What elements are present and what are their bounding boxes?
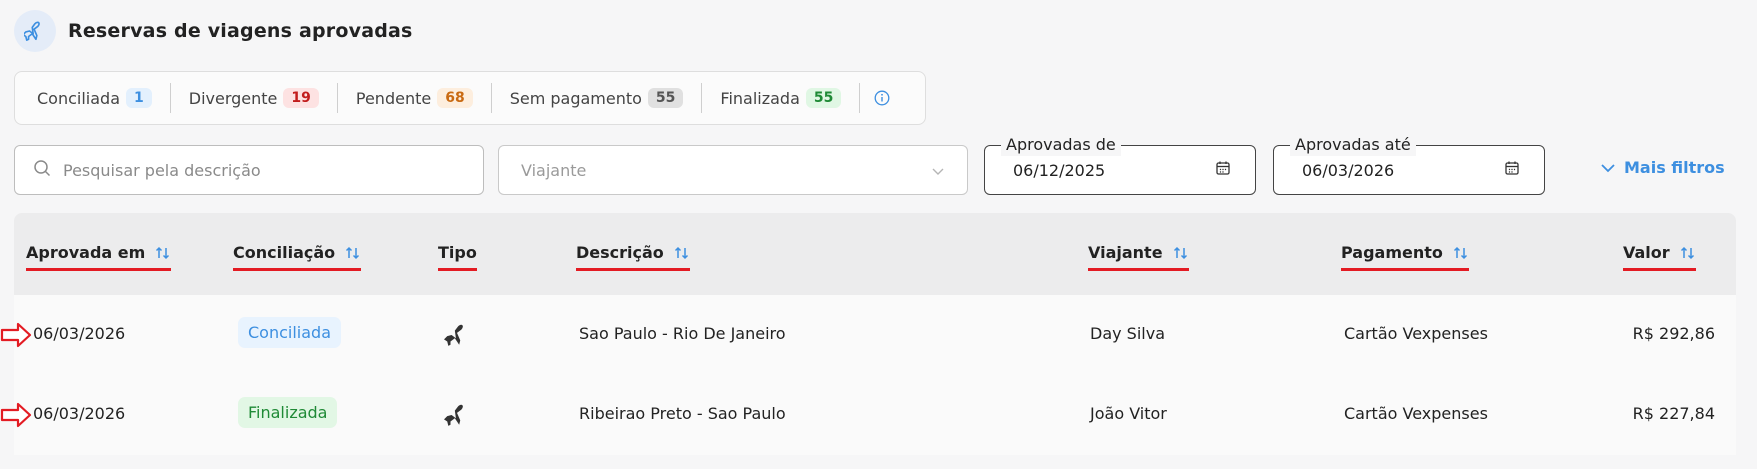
- status-tab-finalizada[interactable]: Finalizada 55: [702, 72, 859, 124]
- sort-icon[interactable]: [155, 246, 171, 260]
- value-cell: R$ 227,84: [1632, 404, 1715, 423]
- date-field-value: 06/12/2025: [1013, 160, 1106, 180]
- traveler-select-placeholder: Viajante: [521, 160, 587, 180]
- column-header-label: Conciliação: [233, 243, 336, 262]
- status-tab-label: Divergente: [188, 88, 278, 108]
- date-field-label: Aprovadas até: [1290, 134, 1416, 156]
- chevron-down-icon: [931, 161, 945, 180]
- column-header-pagamento[interactable]: Pagamento: [1341, 243, 1469, 271]
- column-header-label: Pagamento: [1341, 243, 1443, 262]
- status-badge: Finalizada: [238, 397, 338, 428]
- sort-icon[interactable]: [1680, 246, 1696, 260]
- status-tab-conciliada[interactable]: Conciliada 1: [19, 72, 170, 124]
- date-field-label: Aprovadas de: [1001, 134, 1121, 156]
- column-header-label: Aprovada em: [26, 243, 146, 262]
- airplane-icon: [14, 10, 56, 52]
- status-tab-label: Pendente: [355, 88, 432, 108]
- page-title: Reservas de viagens aprovadas: [68, 20, 413, 42]
- row-pointer-arrow-icon: [0, 322, 32, 348]
- status-tab-sem-pagamento[interactable]: Sem pagamento 55: [492, 72, 702, 124]
- search-input[interactable]: [61, 159, 445, 181]
- sort-icon[interactable]: [1173, 246, 1189, 260]
- column-header-label: Tipo: [438, 243, 477, 262]
- info-icon[interactable]: [860, 90, 904, 106]
- status-tab-label: Conciliada: [37, 88, 120, 108]
- approved-date-cell: 06/03/2026: [33, 324, 126, 343]
- description-cell: Ribeirao Preto - Sao Paulo: [579, 404, 786, 423]
- more-filters-label: Mais filtros: [1624, 158, 1725, 177]
- calendar-icon[interactable]: [1215, 160, 1231, 180]
- table-row[interactable]: 06/03/2026 Finalizada Ribeirao Preto - S…: [14, 375, 1736, 455]
- status-count-badge: 68: [437, 88, 473, 108]
- status-tab-pendente[interactable]: Pendente 68: [338, 72, 491, 124]
- column-header-tipo[interactable]: Tipo: [438, 243, 477, 271]
- payment-cell: Cartão Vexpenses: [1344, 404, 1488, 423]
- column-header-label: Valor: [1623, 243, 1670, 262]
- search-field[interactable]: [14, 145, 484, 195]
- payment-cell: Cartão Vexpenses: [1344, 324, 1488, 343]
- airplane-icon: [444, 322, 470, 352]
- status-filter-bar: Conciliada 1 Divergente 19 Pendente 68 S…: [14, 71, 926, 125]
- calendar-icon[interactable]: [1504, 160, 1520, 180]
- table-header: Aprovada em Conciliação Tipo Descrição V…: [14, 213, 1736, 295]
- column-header-label: Descrição: [576, 243, 664, 262]
- column-header-valor[interactable]: Valor: [1623, 243, 1696, 271]
- status-count-badge: 55: [805, 88, 842, 108]
- column-header-label: Viajante: [1088, 243, 1163, 262]
- search-icon: [33, 159, 51, 181]
- table-row[interactable]: 06/03/2026 Conciliada Sao Paulo - Rio De…: [14, 295, 1736, 375]
- chevron-down-icon: [1600, 163, 1616, 173]
- status-badge: Conciliada: [238, 317, 341, 348]
- column-header-aprovada-em[interactable]: Aprovada em: [26, 243, 172, 271]
- date-field-value: 06/03/2026: [1302, 160, 1395, 180]
- status-count-badge: 1: [126, 88, 152, 108]
- status-count-badge: 19: [283, 88, 319, 108]
- status-tab-label: Sem pagamento: [509, 88, 642, 108]
- description-cell: Sao Paulo - Rio De Janeiro: [579, 324, 786, 343]
- sort-icon[interactable]: [1453, 246, 1469, 260]
- traveler-cell: Day Silva: [1090, 324, 1165, 343]
- row-pointer-arrow-icon: [0, 402, 32, 428]
- approved-from-date-field[interactable]: Aprovadas de 06/12/2025: [984, 134, 1256, 195]
- status-tab-label: Finalizada: [720, 88, 800, 108]
- column-header-descricao[interactable]: Descrição: [576, 243, 690, 271]
- page-header: Reservas de viagens aprovadas: [14, 10, 413, 52]
- sort-icon[interactable]: [345, 246, 361, 260]
- approved-to-date-field[interactable]: Aprovadas até 06/03/2026: [1273, 134, 1545, 195]
- traveler-select[interactable]: Viajante: [498, 145, 968, 195]
- traveler-cell: João Vitor: [1090, 404, 1167, 423]
- airplane-icon: [444, 402, 470, 432]
- sort-icon[interactable]: [674, 246, 690, 260]
- column-header-viajante[interactable]: Viajante: [1088, 243, 1189, 271]
- column-header-conciliacao[interactable]: Conciliação: [233, 243, 362, 271]
- more-filters-button[interactable]: Mais filtros: [1600, 158, 1725, 177]
- approved-date-cell: 06/03/2026: [33, 404, 126, 423]
- status-count-badge: 55: [647, 88, 684, 108]
- status-tab-divergente[interactable]: Divergente 19: [171, 72, 337, 124]
- value-cell: R$ 292,86: [1632, 324, 1715, 343]
